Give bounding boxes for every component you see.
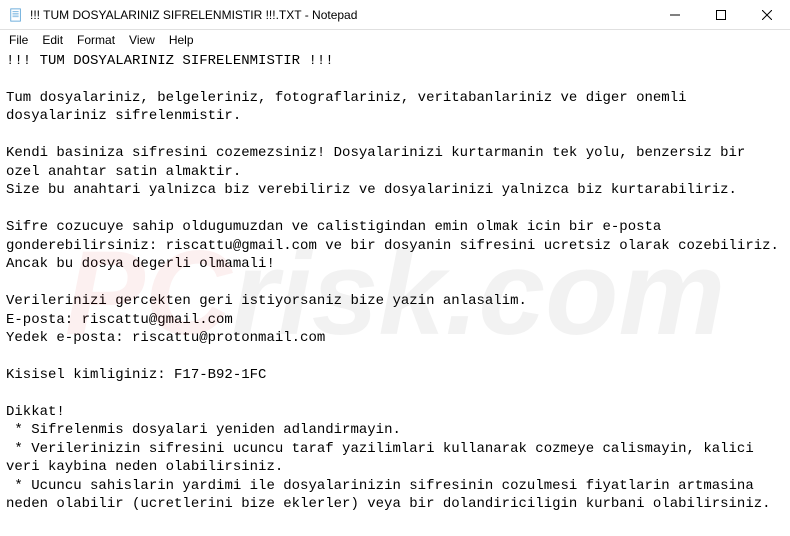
menu-format[interactable]: Format [70,31,122,49]
minimize-button[interactable] [652,0,698,30]
menu-edit[interactable]: Edit [35,31,70,49]
menubar: File Edit Format View Help [0,30,790,50]
maximize-button[interactable] [698,0,744,30]
menu-file[interactable]: File [2,31,35,49]
menu-help[interactable]: Help [162,31,201,49]
menu-view[interactable]: View [122,31,162,49]
titlebar: !!! TUM DOSYALARINIZ SIFRELENMISTIR !!!.… [0,0,790,30]
window-title: !!! TUM DOSYALARINIZ SIFRELENMISTIR !!!.… [30,8,652,22]
document-text: !!! TUM DOSYALARINIZ SIFRELENMISTIR !!! … [6,53,779,512]
close-button[interactable] [744,0,790,30]
notepad-icon [8,7,24,23]
window-controls [652,0,790,29]
text-content-area[interactable]: PCrisk.com!!! TUM DOSYALARINIZ SIFRELENM… [0,50,790,536]
